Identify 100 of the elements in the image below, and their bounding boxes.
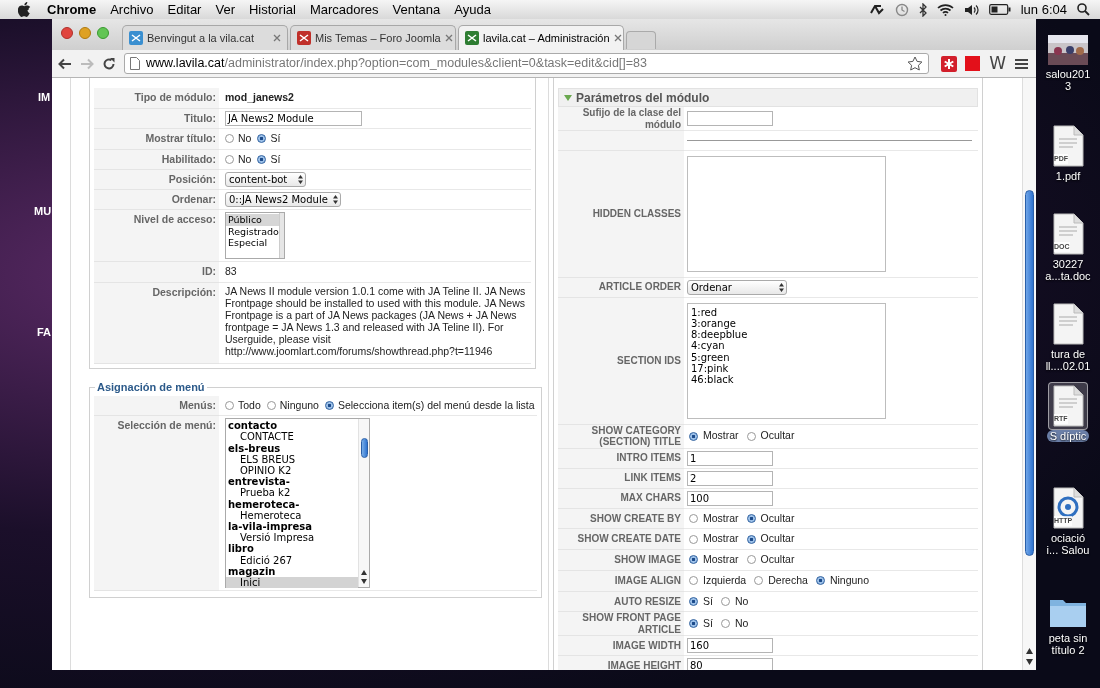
radio-button[interactable]	[225, 134, 234, 144]
extension-button[interactable]: W	[988, 50, 1007, 77]
desktop-icon-label[interactable]: ll....02.01	[1045, 360, 1091, 372]
radio-button[interactable]	[689, 576, 698, 586]
menu-item[interactable]: Chrome	[47, 0, 97, 20]
zoom-window-button[interactable]	[97, 27, 109, 39]
text-field[interactable]: 100	[687, 490, 773, 506]
menu-item[interactable]: Ayuda	[454, 0, 491, 20]
scroll-down-icon[interactable]	[361, 579, 367, 585]
radio-button[interactable]	[720, 596, 730, 606]
desktop-icon-label[interactable]: MU	[34, 203, 52, 220]
radio-button[interactable]	[689, 513, 698, 523]
list-option[interactable]: Público	[226, 214, 279, 226]
desktop-icon-label[interactable]: 30227	[1052, 258, 1084, 270]
bluetooth-icon[interactable]	[918, 2, 927, 17]
desktop-icon-label[interactable]: título 2	[1051, 644, 1085, 656]
radio-button[interactable]	[689, 619, 698, 629]
list-group-label: contacto	[227, 420, 279, 432]
scrollbar[interactable]	[1022, 78, 1036, 670]
scroll-up-icon[interactable]	[1026, 648, 1033, 654]
radio-button[interactable]	[266, 400, 276, 410]
minimize-window-button[interactable]	[79, 27, 91, 39]
text-field[interactable]: 1	[687, 450, 773, 466]
menu-item[interactable]: Archivo	[110, 0, 154, 20]
dropdown[interactable]: content-bot	[225, 172, 306, 188]
text-area[interactable]: 1:red 3:orange 8:deepblue 4:cyan 5:green 17:pink 46:black	[687, 302, 886, 419]
radio-button[interactable]	[746, 534, 756, 544]
radio-button[interactable]	[720, 619, 730, 629]
clock-icon[interactable]	[894, 2, 909, 17]
radio-button[interactable]	[746, 555, 756, 565]
browser-tab[interactable]: Benvingut a la vila.cat	[122, 25, 288, 50]
menu-item[interactable]: Marcadores	[309, 0, 379, 20]
document-icon[interactable]	[1051, 213, 1085, 255]
apple-icon[interactable]	[18, 2, 31, 17]
menu-item[interactable]: Ventana	[392, 0, 441, 20]
close-icon[interactable]	[613, 34, 622, 42]
radio-label: Sí	[270, 151, 281, 167]
scroll-up-icon[interactable]	[361, 570, 367, 576]
radio-button[interactable]	[746, 513, 756, 523]
dropdown[interactable]: 0::JA News2 Module	[225, 192, 341, 208]
desktop-icon-label[interactable]: i... Salou	[1046, 544, 1090, 556]
close-icon[interactable]	[273, 34, 281, 42]
text-field[interactable]: 80	[687, 658, 773, 670]
scrollbar[interactable]	[358, 419, 369, 588]
address-bar[interactable]: www.lavila.cat/administrator/index.php?option=com_modules&client=0&task=edit&cid[]=83	[124, 53, 930, 74]
scroll-down-icon[interactable]	[1026, 659, 1033, 665]
desktop-icon-label[interactable]: ociació	[1050, 532, 1086, 544]
text-field[interactable]	[687, 111, 773, 126]
clock-text[interactable]: lun 6:04	[1020, 0, 1067, 20]
asterisk-icon[interactable]	[941, 55, 958, 72]
listbox[interactable]: contacto CONTACTE els-breus ELS BREUS OPINIO K2 entrevista- Prueba k2 hemeroteca- Hemeroteca la-vila-impresa Versió Impresa libro Edició 267 magazin Inici	[225, 418, 370, 589]
dropdown[interactable]: Ordenar	[687, 279, 787, 295]
desktop-icon-label[interactable]: peta sin	[1048, 632, 1088, 644]
listbox[interactable]: Público Registrado Especial	[225, 212, 285, 260]
radio-button[interactable]	[746, 431, 756, 441]
list-option[interactable]: Inici	[226, 577, 358, 589]
desktop-icon-label[interactable]: FA	[37, 324, 52, 341]
desktop-icon-label[interactable]: IM	[38, 89, 51, 106]
menu-item[interactable]: Historial	[248, 0, 296, 20]
close-icon[interactable]	[444, 34, 453, 42]
script-icon[interactable]	[868, 2, 885, 17]
text-field[interactable]: 2	[687, 470, 773, 486]
radio-button[interactable]	[225, 400, 234, 410]
desktop-icon-label[interactable]: a...ta.doc	[1045, 270, 1091, 282]
desktop-icon-label[interactable]: tura de	[1050, 348, 1086, 360]
desktop-icon-label[interactable]: 3	[1064, 80, 1072, 92]
star-icon[interactable]	[907, 56, 924, 71]
back-icon[interactable]	[58, 57, 72, 70]
menu-item[interactable]: Editar	[167, 0, 202, 20]
close-window-button[interactable]	[61, 27, 73, 39]
document-icon[interactable]	[1051, 125, 1085, 167]
reload-icon[interactable]	[102, 56, 116, 71]
scrollbar-thumb[interactable]	[361, 438, 368, 459]
radio-button[interactable]	[815, 576, 825, 586]
square-icon[interactable]	[965, 56, 981, 71]
radio-button[interactable]	[257, 154, 267, 164]
radio-button[interactable]	[225, 154, 234, 164]
radio-button[interactable]	[689, 534, 698, 544]
volume-icon[interactable]	[963, 3, 979, 16]
search-icon[interactable]	[1077, 3, 1090, 16]
desktop-icon-label[interactable]: 1.pdf	[1055, 170, 1081, 182]
browser-tab[interactable]: Mis Temas – Foro Joomla	[290, 25, 456, 50]
text-field[interactable]: JA News2 Module	[225, 110, 362, 126]
document-icon[interactable]	[1051, 385, 1085, 427]
web-document-icon[interactable]	[1051, 487, 1085, 529]
radio-button[interactable]	[689, 596, 698, 606]
desktop-icon-label[interactable]: salou201	[1045, 68, 1091, 80]
wifi-icon[interactable]	[936, 3, 954, 16]
battery-icon[interactable]	[988, 4, 1011, 15]
menu-icon[interactable]	[1015, 57, 1028, 70]
document-icon[interactable]	[1051, 303, 1085, 345]
scrollbar-thumb[interactable]	[1025, 190, 1034, 556]
radio-button[interactable]	[689, 431, 698, 441]
browser-tab[interactable]: lavila.cat – Administración	[458, 25, 624, 50]
menu-item[interactable]: Ver	[215, 0, 235, 20]
radio-button[interactable]	[754, 576, 764, 586]
radio-button[interactable]	[689, 555, 698, 565]
radio-button[interactable]	[257, 134, 267, 144]
text-field[interactable]: 160	[687, 638, 773, 654]
radio-button[interactable]	[324, 400, 334, 410]
